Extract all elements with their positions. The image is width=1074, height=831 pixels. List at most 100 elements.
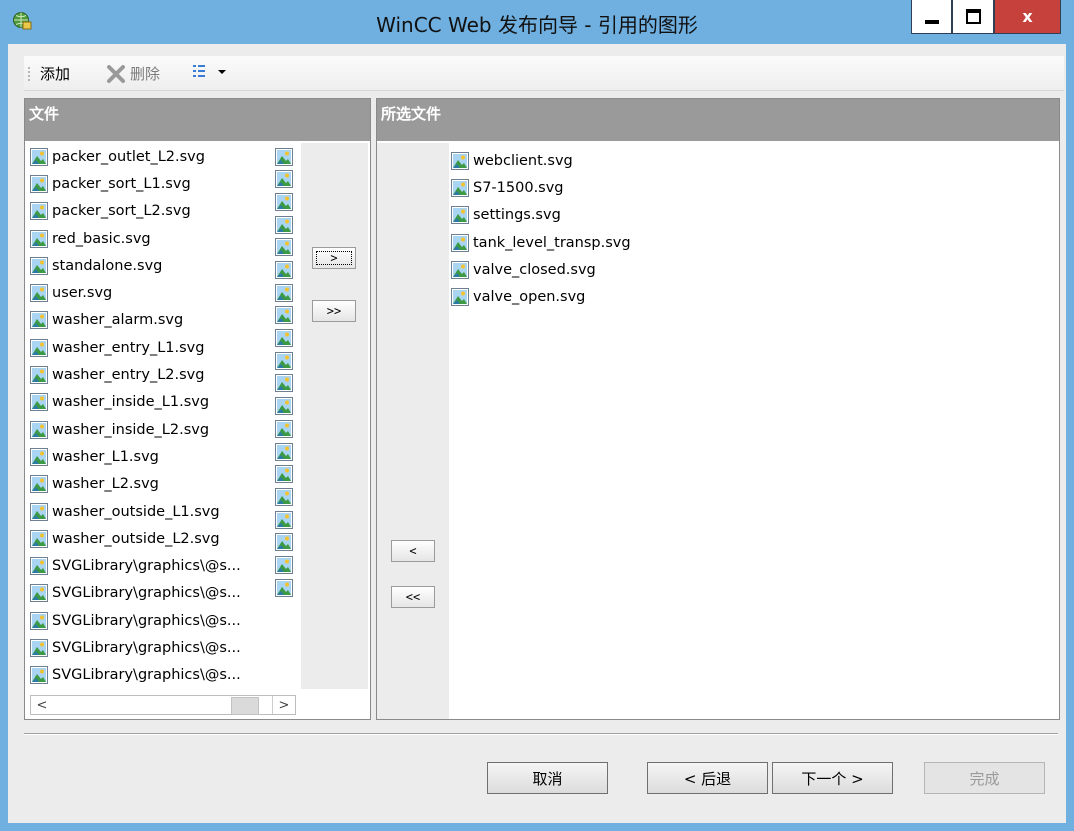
list-item[interactable]: washer_outside_L2.svg: [30, 525, 300, 552]
toolbar-grip[interactable]: [28, 66, 30, 82]
file-name: washer_outside_L2.svg: [52, 530, 220, 547]
list-item[interactable]: washer_L2.svg: [30, 471, 300, 498]
selected-file-name: valve_closed.svg: [473, 261, 596, 278]
image-file-icon: [30, 666, 48, 684]
add-all-button[interactable]: >>: [312, 300, 356, 322]
footer-divider: [24, 733, 1058, 735]
preview-icon: [275, 284, 293, 302]
file-name: washer_alarm.svg: [52, 312, 184, 329]
preview-icon: [275, 443, 293, 461]
back-button[interactable]: < 后退: [647, 762, 768, 794]
list-item[interactable]: packer_sort_L1.svg: [30, 170, 300, 197]
view-options-button[interactable]: [192, 63, 226, 79]
list-item[interactable]: washer_L1.svg: [30, 443, 300, 470]
title-bar[interactable]: WinCC Web 发布向导 - 引用的图形 x: [0, 0, 1074, 44]
image-file-icon: [30, 230, 48, 248]
selected-files-panel: 所选文件 < << webclient.svg S7-1500.svg settin…: [376, 98, 1060, 720]
list-item[interactable]: packer_outlet_L2.svg: [30, 143, 300, 170]
remove-all-button[interactable]: <<: [391, 586, 435, 608]
preview-icon: [275, 533, 293, 551]
scroll-right-arrow[interactable]: >: [272, 696, 295, 714]
selected-file-name: valve_open.svg: [473, 289, 586, 306]
list-item[interactable]: valve_open.svg: [451, 283, 1041, 310]
preview-icon: [275, 238, 293, 256]
selected-file-name: S7-1500.svg: [473, 179, 564, 196]
file-name: packer_sort_L2.svg: [52, 203, 191, 220]
image-file-icon: [30, 503, 48, 521]
image-file-icon: [30, 530, 48, 548]
list-item[interactable]: settings.svg: [451, 202, 1041, 229]
image-file-icon: [30, 639, 48, 657]
list-item[interactable]: washer_inside_L1.svg: [30, 389, 300, 416]
image-file-icon: [451, 152, 469, 170]
list-view-icon: [193, 65, 205, 77]
file-name: packer_sort_L1.svg: [52, 175, 191, 192]
list-item[interactable]: washer_entry_L2.svg: [30, 361, 300, 388]
list-item[interactable]: tank_level_transp.svg: [451, 229, 1041, 256]
minimize-icon: [924, 19, 939, 24]
list-item[interactable]: SVGLibrary\graphics\@s...: [30, 634, 300, 661]
image-file-icon: [30, 148, 48, 166]
remove-button-strip: < <<: [377, 143, 449, 719]
selected-files-list[interactable]: webclient.svg S7-1500.svg settings.svg tank…: [451, 147, 1041, 311]
add-label: 添加: [40, 65, 71, 83]
finish-button[interactable]: 完成: [924, 762, 1045, 794]
list-item[interactable]: webclient.svg: [451, 147, 1041, 174]
scroll-left-arrow[interactable]: <: [31, 696, 53, 714]
add-button[interactable]: 添加: [40, 63, 70, 84]
preview-icon: [275, 556, 293, 574]
list-item[interactable]: S7-1500.svg: [451, 174, 1041, 201]
image-file-icon: [451, 234, 469, 252]
preview-icon: [275, 193, 293, 211]
minimize-button[interactable]: [911, 0, 952, 34]
maximize-button[interactable]: [952, 0, 994, 34]
files-list[interactable]: packer_outlet_L2.svg packer_sort_L1.svgpa…: [30, 143, 300, 689]
delete-button[interactable]: 删除: [106, 63, 160, 84]
remove-selected-button[interactable]: <: [391, 540, 435, 562]
list-item[interactable]: SVGLibrary\graphics\@s...: [30, 607, 300, 634]
image-file-icon: [451, 206, 469, 224]
file-name: user.svg: [52, 285, 113, 302]
preview-icon: [275, 216, 293, 234]
preview-icon: [275, 352, 293, 370]
list-item[interactable]: SVGLibrary\graphics\@s...: [30, 552, 300, 579]
file-name: packer_outlet_L2.svg: [52, 148, 205, 165]
image-file-icon: [30, 284, 48, 302]
close-button[interactable]: x: [994, 0, 1061, 34]
preview-icon: [275, 579, 293, 597]
file-name: washer_inside_L1.svg: [52, 394, 210, 411]
delete-label: 删除: [130, 65, 161, 83]
delete-x-icon: [107, 64, 125, 83]
dropdown-arrow-icon: [218, 70, 226, 74]
list-item[interactable]: washer_entry_L1.svg: [30, 334, 300, 361]
scroll-thumb[interactable]: [231, 697, 259, 715]
image-file-icon: [30, 557, 48, 575]
file-name: SVGLibrary\graphics\@s...: [52, 639, 241, 656]
transfer-button-strip: > >>: [301, 143, 368, 689]
wizard-window: WinCC Web 发布向导 - 引用的图形 x 添加 删除 文件 packer…: [0, 0, 1074, 831]
list-item[interactable]: user.svg: [30, 279, 300, 306]
list-item[interactable]: SVGLibrary\graphics\@s...: [30, 580, 300, 607]
list-item[interactable]: red_basic.svg: [30, 225, 300, 252]
image-file-icon: [30, 584, 48, 602]
preview-icon: [275, 488, 293, 506]
next-button[interactable]: 下一个 >: [772, 762, 893, 794]
files-panel-header: 文件: [25, 99, 370, 141]
image-file-icon: [451, 288, 469, 306]
list-item[interactable]: washer_inside_L2.svg: [30, 416, 300, 443]
list-item[interactable]: washer_outside_L1.svg: [30, 498, 300, 525]
cancel-button[interactable]: 取消: [487, 762, 608, 794]
maximize-icon: [965, 9, 981, 24]
file-name: standalone.svg: [52, 257, 163, 274]
preview-icon: [275, 329, 293, 347]
list-item[interactable]: standalone.svg: [30, 252, 300, 279]
add-selected-button[interactable]: >: [312, 247, 356, 269]
selected-file-name: tank_level_transp.svg: [473, 234, 631, 251]
list-item[interactable]: valve_closed.svg: [451, 256, 1041, 283]
list-item[interactable]: washer_alarm.svg: [30, 307, 300, 334]
list-item[interactable]: SVGLibrary\graphics\@s...: [30, 662, 300, 689]
list-item[interactable]: packer_sort_L2.svg: [30, 198, 300, 225]
file-name: washer_outside_L1.svg: [52, 503, 220, 520]
image-file-icon: [30, 366, 48, 384]
files-horizontal-scrollbar[interactable]: < >: [30, 695, 296, 715]
